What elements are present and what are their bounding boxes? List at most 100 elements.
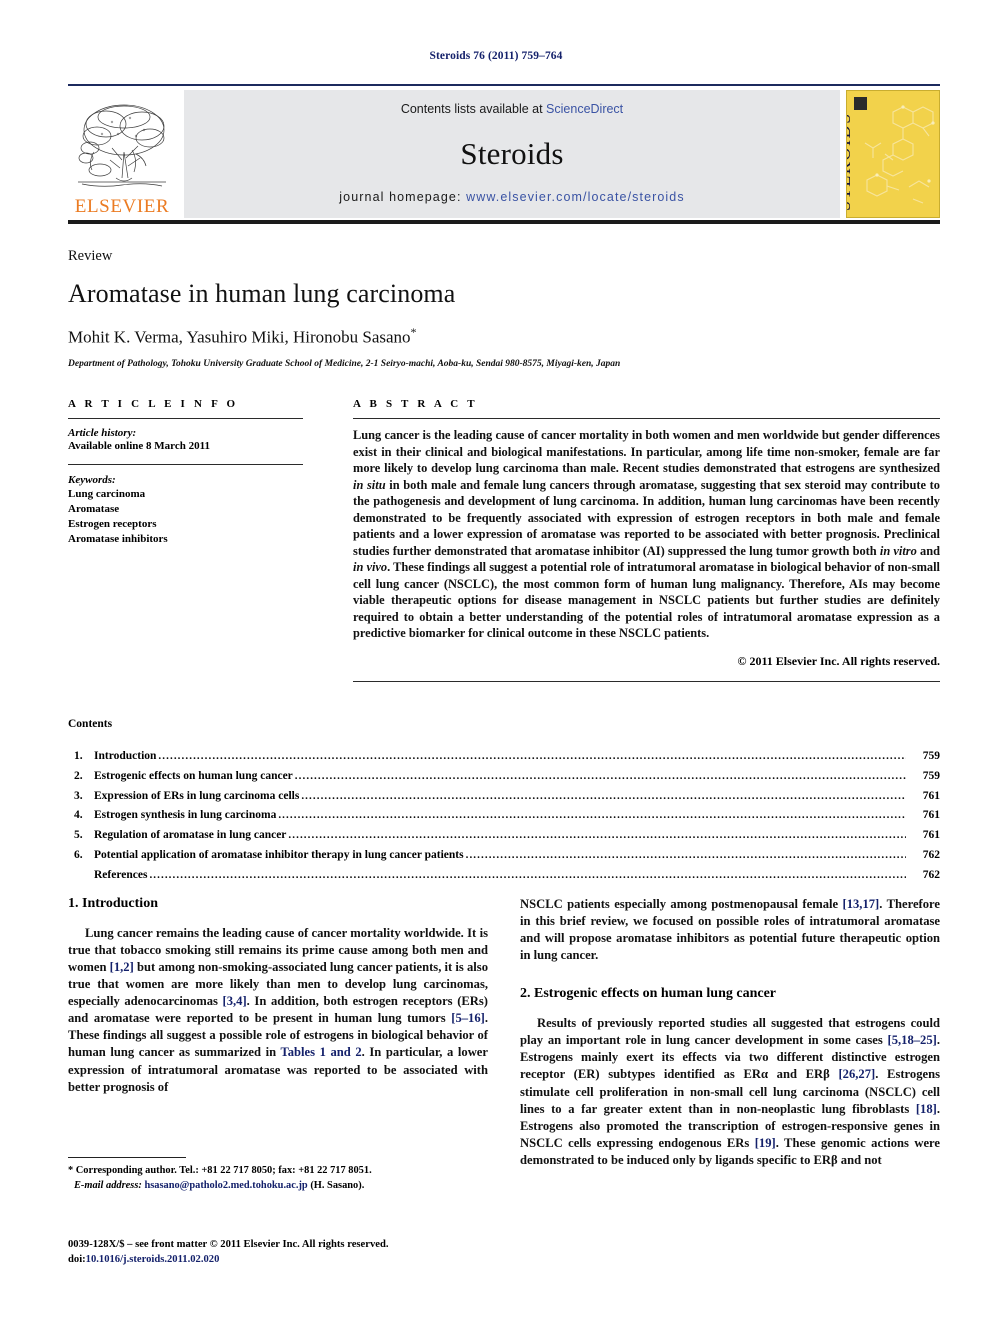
author-names: Mohit K. Verma, Yasuhiro Miki, Hironobu … — [68, 327, 411, 347]
citation-ref[interactable]: [1,2] — [110, 960, 134, 974]
toc-label[interactable]: Potential application of aromatase inhib… — [94, 846, 464, 866]
body-column-left: 1. Introduction Lung cancer remains the … — [68, 896, 488, 1169]
abstract-part-1: Lung cancer is the leading cause of canc… — [353, 428, 940, 475]
para-text: Results of previously reported studies a… — [520, 1016, 940, 1048]
toc-row[interactable]: 4. Estrogen synthesis in lung carcinoma … — [68, 806, 940, 826]
abstract-part-3: and — [916, 543, 941, 558]
toc-row[interactable]: 5. Regulation of aromatase in lung cance… — [68, 826, 940, 846]
abstract-part-4: . These findings all suggest a potential… — [353, 560, 940, 640]
email-link[interactable]: hsasano@patholo2.med.tohoku.ac.jp — [144, 1180, 307, 1191]
toc-number: 6. — [74, 848, 83, 861]
affiliation: Department of Pathology, Tohoku Universi… — [68, 358, 621, 369]
body-column-right: NSCLC patients especially among postmeno… — [520, 896, 940, 1169]
email-suffix: (H. Sasano). — [307, 1179, 365, 1191]
paper-page: Steroids 76 (2011) 759–764 ELSEVIER Cont… — [0, 0, 992, 1323]
keywords-label: Keywords: — [68, 473, 116, 486]
toc-page-number: 759 — [922, 750, 940, 762]
toc-number: 2. — [74, 769, 83, 782]
article-info-heading: A R T I C L E I N F O — [68, 398, 239, 410]
toc-page-number: 761 — [922, 809, 940, 822]
sciencedirect-link[interactable]: ScienceDirect — [546, 102, 623, 116]
cover-badge-icon — [854, 97, 867, 110]
corresponding-author-note: * Corresponding author. Tel.: +81 22 717… — [68, 1165, 372, 1176]
citation-ref[interactable]: [19] — [755, 1136, 776, 1150]
doi-link[interactable]: 10.1016/j.steroids.2011.02.020 — [86, 1254, 220, 1265]
homepage-label: journal homepage: — [339, 190, 467, 204]
abstract-bottom-rule — [353, 680, 940, 682]
masthead-bottom-rule — [68, 220, 940, 224]
contents-heading: Contents — [68, 718, 113, 730]
article-history-label: Article history: — [68, 427, 137, 439]
citation-ref[interactable]: [13,17] — [843, 897, 880, 911]
toc-page-number: 761 — [922, 829, 940, 842]
author-list: Mohit K. Verma, Yasuhiro Miki, Hironobu … — [68, 325, 940, 348]
para-text: NSCLC patients especially among postmeno… — [520, 897, 843, 911]
citation-ref[interactable]: [5,18–25] — [888, 1033, 937, 1047]
doi-label: doi: — [68, 1254, 86, 1266]
toc-leader-dots: ........................................… — [288, 829, 906, 842]
info-abstract-region: A R T I C L E I N F O Article history: A… — [68, 398, 940, 690]
corresponding-author-marker: * — [410, 325, 417, 339]
citation-ref[interactable]: [26,27] — [838, 1067, 875, 1081]
abstract-italic-in-situ: in situ — [353, 477, 386, 492]
sciencedirect-line: Contents lists available at ScienceDirec… — [401, 102, 623, 116]
table-cross-ref[interactable]: Tables 1 and 2 — [280, 1045, 361, 1059]
keyword-item: Aromatase inhibitors — [68, 532, 168, 545]
toc-number: 4. — [74, 809, 83, 822]
toc-page-number: 761 — [922, 789, 940, 802]
citation-ref[interactable]: [3,4] — [223, 994, 247, 1008]
toc-number: 1. — [74, 750, 83, 762]
toc-label[interactable]: Estrogen synthesis in lung carcinoma — [94, 806, 276, 826]
toc-page-number: 762 — [922, 848, 940, 861]
toc-row[interactable]: 1. Introduction ........................… — [68, 747, 940, 767]
abstract-text: Lung cancer is the leading cause of canc… — [353, 427, 940, 642]
article-history-value: Available online 8 March 2011 — [68, 440, 210, 452]
toc-leader-dots: ........................................… — [149, 868, 906, 881]
issn-doi-block: 0039-128X/$ – see front matter © 2011 El… — [68, 1237, 498, 1268]
toc-row[interactable]: 6. Potential application of aromatase in… — [68, 846, 940, 866]
article-info-column: A R T I C L E I N F O Article history: A… — [68, 398, 303, 690]
abstract-heading: A B S T R A C T — [353, 398, 478, 410]
running-head: Steroids 76 (2011) 759–764 — [429, 50, 563, 62]
toc-label[interactable]: Introduction — [94, 747, 156, 767]
document-type-label: Review — [68, 248, 113, 264]
abstract-italic-in-vitro: in vitro — [879, 543, 917, 558]
elsevier-logo: ELSEVIER — [68, 90, 176, 218]
title-block: Review Aromatase in human lung carcinoma… — [68, 248, 940, 369]
toc-row[interactable]: 2. Estrogenic effects on human lung canc… — [68, 767, 940, 787]
journal-title: Steroids — [460, 136, 564, 171]
abstract-rule — [353, 418, 940, 419]
paragraph-introduction-continued: NSCLC patients especially among postmeno… — [520, 896, 940, 964]
toc-label[interactable]: Regulation of aromatase in lung cancer — [94, 826, 286, 846]
toc-number: 3. — [74, 789, 83, 802]
section-heading-estrogenic-effects: 2. Estrogenic effects on human lung canc… — [520, 986, 776, 1002]
issn-line: 0039-128X/$ – see front matter © 2011 El… — [68, 1239, 389, 1250]
toc-label[interactable]: References — [94, 866, 147, 886]
toc-row[interactable]: References .............................… — [68, 866, 940, 886]
steroid-molecule-graphic — [864, 105, 935, 204]
contents-section: Contents 1. Introduction ...............… — [68, 718, 940, 885]
keyword-item: Estrogen receptors — [68, 517, 157, 530]
citation-ref[interactable]: [5–16] — [451, 1011, 485, 1025]
keyword-item: Aromatase — [68, 502, 120, 515]
journal-cover-thumbnail: STEROIDS — [846, 90, 940, 218]
table-of-contents: 1. Introduction ........................… — [68, 747, 940, 885]
toc-leader-dots: ........................................… — [465, 848, 906, 861]
toc-label[interactable]: Expression of ERs in lung carcinoma cell… — [94, 787, 299, 807]
toc-leader-dots: ........................................… — [301, 789, 906, 802]
toc-leader-dots: ........................................… — [294, 769, 906, 782]
toc-row[interactable]: 3. Expression of ERs in lung carcinoma c… — [68, 787, 940, 807]
journal-homepage-link[interactable]: www.elsevier.com/locate/steroids — [466, 190, 685, 204]
section-heading-introduction: 1. Introduction — [68, 896, 158, 911]
email-note: E-mail address: hsasano@patholo2.med.toh… — [68, 1179, 488, 1194]
citation-ref[interactable]: [18] — [916, 1102, 937, 1116]
paragraph-estrogenic-effects: Results of previously reported studies a… — [520, 1015, 940, 1169]
journal-homepage-line: journal homepage: www.elsevier.com/locat… — [339, 190, 684, 204]
elsevier-wordmark: ELSEVIER — [74, 196, 170, 217]
copyright-line: © 2011 Elsevier Inc. All rights reserved… — [737, 653, 940, 668]
abstract-part-2: in both male and female lung cancers thr… — [353, 477, 940, 558]
abstract-column: A B S T R A C T Lung cancer is the leadi… — [353, 398, 940, 690]
toc-label[interactable]: Estrogenic effects on human lung cancer — [94, 767, 293, 787]
footnote-rule — [68, 1157, 186, 1158]
page-title: Aromatase in human lung carcinoma — [68, 279, 456, 308]
